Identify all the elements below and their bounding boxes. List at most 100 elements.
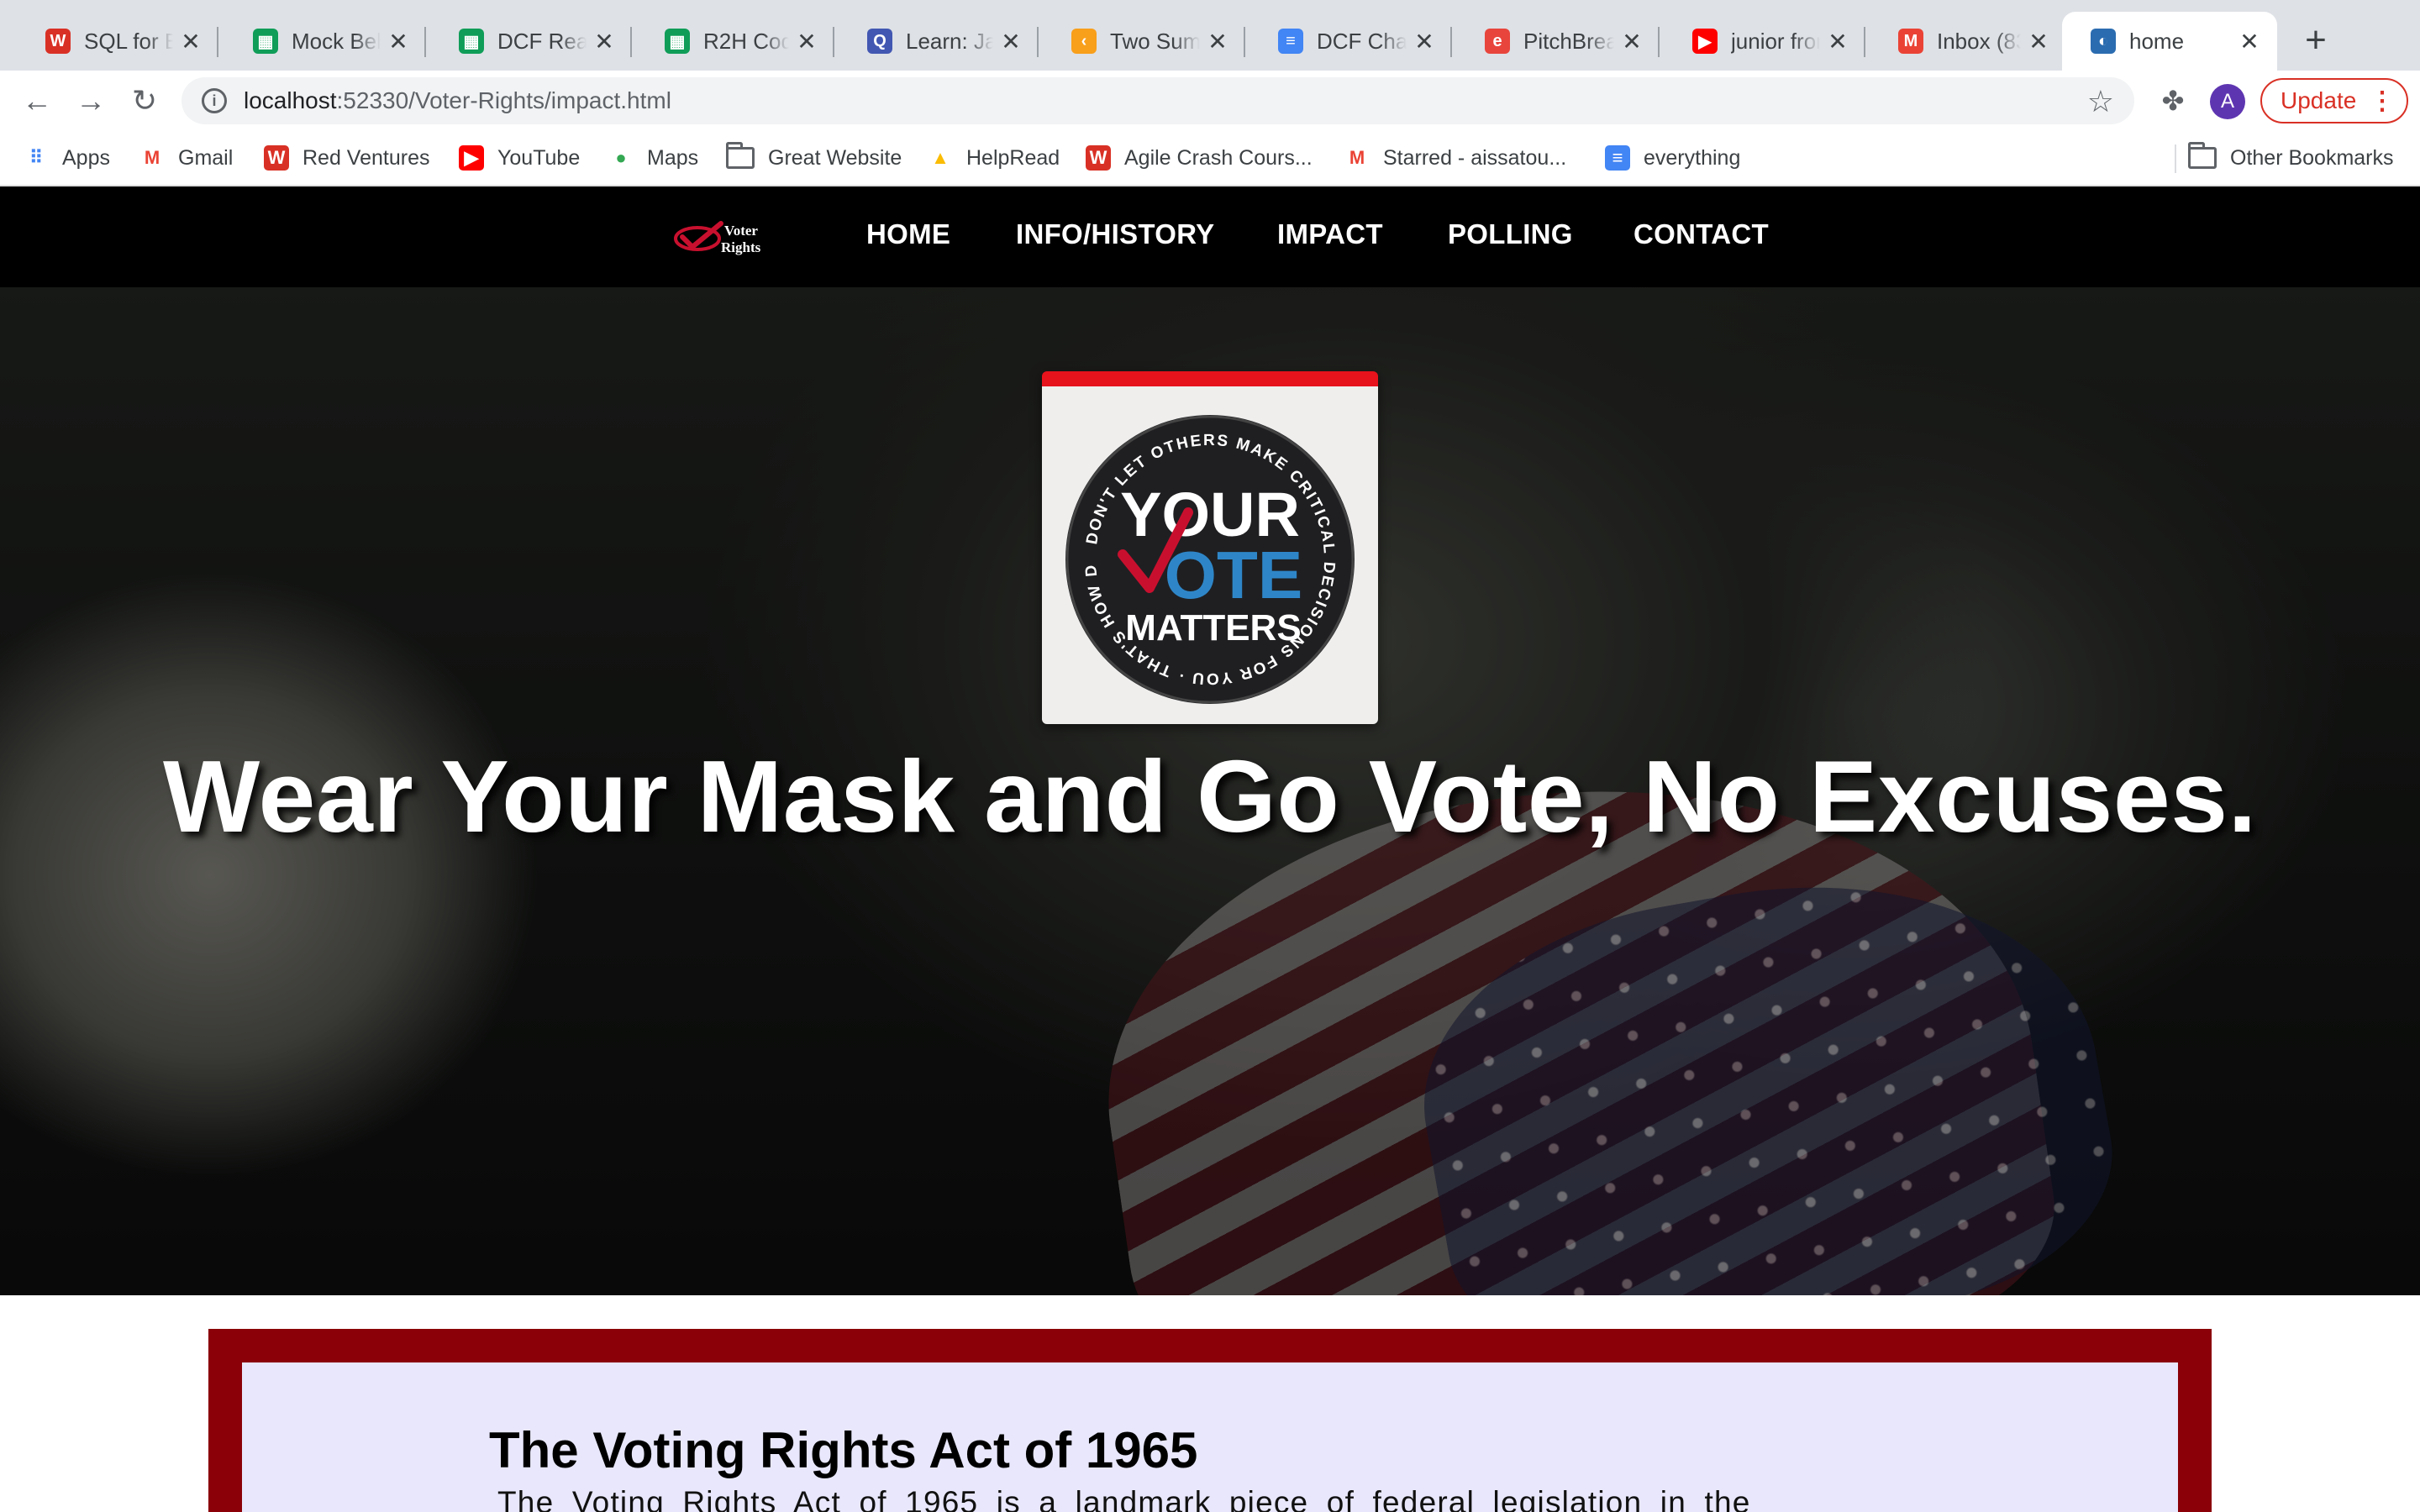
close-tab-icon[interactable]: ✕ [796, 29, 818, 55]
nav-info-history[interactable]: INFO/HISTORY [1016, 218, 1214, 250]
folder-icon [2188, 142, 2217, 169]
bookmark-label: Red Ventures [302, 145, 430, 170]
tab-separator [630, 27, 632, 57]
bookmark-item[interactable]: ≡ everything [1605, 141, 1740, 175]
quizlet-icon: Q [867, 29, 892, 54]
pitch-icon: e [1485, 29, 1510, 54]
extensions-puzzle-icon[interactable]: ✤ [2156, 84, 2190, 118]
close-tab-icon[interactable]: ✕ [1621, 29, 1643, 55]
close-tab-icon[interactable]: ✕ [2238, 29, 2260, 55]
docs-icon: ≡ [1278, 29, 1303, 54]
leetcode-icon: ‹ [1071, 29, 1097, 54]
tab-separator [1037, 27, 1039, 57]
browser-tab[interactable]: ▶ junior front ✕ [1664, 12, 1865, 71]
bookmark-item[interactable]: ⠿ Apps [24, 141, 110, 175]
nav-contact[interactable]: CONTACT [1634, 218, 1769, 250]
nav-polling[interactable]: POLLING [1448, 218, 1573, 250]
voter-rights-logo[interactable]: Voter Rights [669, 212, 788, 262]
bookmarks-divider [2175, 144, 2176, 173]
browser-tab[interactable]: ▦ R2H Coding ✕ [636, 12, 834, 71]
badge-matters: MATTERS [1125, 607, 1301, 648]
bookmark-item[interactable]: M Gmail [139, 141, 233, 175]
docs-icon: ≡ [1605, 145, 1630, 171]
browser-tab[interactable]: Q Learn: JavaScript ✕ [839, 12, 1039, 71]
browser-tab[interactable]: e PitchBreak ✕ [1456, 12, 1660, 71]
youtube-icon: ▶ [459, 145, 484, 171]
profile-avatar[interactable]: A [2210, 84, 2245, 119]
bookmark-label: everything [1644, 145, 1741, 170]
close-tab-icon[interactable]: ✕ [2028, 29, 2049, 55]
site-info-icon[interactable]: i [202, 88, 227, 113]
close-tab-icon[interactable]: ✕ [1000, 29, 1022, 55]
sheets-icon: ▦ [253, 29, 278, 54]
bookmark-star-icon[interactable]: ☆ [2087, 84, 2114, 119]
browser-tab[interactable]: ◐ home ✕ [2062, 12, 2277, 71]
bookmark-item[interactable]: M Starred - aissatou... [1344, 141, 1566, 175]
tab-title: DCF React [497, 28, 587, 54]
close-tab-icon[interactable]: ✕ [593, 29, 615, 55]
apps-grid-icon: ⠿ [29, 147, 44, 168]
url-text[interactable]: localhost:52330/Voter-Rights/impact.html [244, 87, 671, 114]
other-bookmarks[interactable]: Other Bookmarks [2188, 141, 2394, 175]
browser-tab[interactable]: W SQL for Beginners ✕ [17, 12, 218, 71]
bookmark-item[interactable]: W Agile Crash Cours... [1086, 141, 1313, 175]
update-button[interactable]: Update ⋮ [2260, 78, 2408, 123]
gmail-icon: M [144, 147, 160, 168]
kebab-menu-icon[interactable]: ⋮ [2370, 87, 2395, 116]
back-icon[interactable]: ← [18, 82, 55, 119]
browser-tab[interactable]: ‹ Two Sum - ✕ [1043, 12, 1245, 71]
reload-icon[interactable]: ↻ [126, 82, 163, 119]
tab-separator [1658, 27, 1660, 57]
close-tab-icon[interactable]: ✕ [1827, 29, 1849, 55]
maps-pin-icon: ● [615, 147, 627, 168]
nav-impact[interactable]: IMPACT [1277, 218, 1383, 250]
close-tab-icon[interactable]: ✕ [1207, 29, 1228, 55]
logo-line-2: Rights [721, 239, 761, 255]
bookmark-label: Starred - aissatou... [1383, 145, 1567, 170]
gmail-icon: M [1349, 147, 1365, 168]
section-title: The Voting Rights Act of 1965 [489, 1422, 1198, 1478]
hero-title: Wear Your Mask and Go Vote, No Excuses. [163, 739, 2257, 853]
bookmark-item[interactable]: W Red Ventures [264, 141, 430, 175]
tab-title: junior front [1731, 28, 1820, 54]
site-icon: ◐ [2091, 29, 2116, 54]
tab-title: DCF Challenge [1317, 28, 1407, 54]
wp-icon: W [45, 29, 71, 54]
folder-icon [726, 142, 755, 169]
bookmark-item[interactable]: ▲ HelpRead [928, 141, 1060, 175]
bookmark-label: Great Website [768, 145, 902, 170]
tab-separator [424, 27, 426, 57]
browser-tab[interactable]: ▦ Mock Behavioral✕ [224, 12, 426, 71]
close-tab-icon[interactable]: ✕ [180, 29, 202, 55]
section-text: The Voting Rights Act of 1965 is a landm… [497, 1485, 1751, 1512]
bookmark-item[interactable]: Great Website [726, 141, 902, 175]
tab-separator [833, 27, 834, 57]
bookmark-item[interactable]: ▶ YouTube [459, 141, 580, 175]
tab-title: home [2129, 28, 2185, 54]
wp-icon: W [1086, 145, 1111, 171]
browser-tab[interactable]: ▦ DCF React✕ [430, 12, 632, 71]
close-tab-icon[interactable]: ✕ [1413, 29, 1435, 55]
new-tab-button[interactable]: + [2297, 19, 2334, 60]
bookmark-item[interactable]: ● Maps [608, 141, 698, 175]
update-label: Update [2281, 87, 2357, 113]
tab-separator [1864, 27, 1865, 57]
wp-icon: W [264, 145, 289, 171]
site-navbar: Voter Rights HOME INFO/HISTORY IMPACT PO… [0, 186, 2420, 287]
address-bar[interactable]: i localhost:52330/Voter-Rights/impact.ht… [182, 77, 2134, 124]
nav-home[interactable]: HOME [866, 218, 950, 250]
tab-title: Inbox (830) [1937, 28, 2021, 54]
url-host: localhost [244, 87, 337, 113]
vote-badge-card: DON'T LET OTHERS MAKE CRITICAL DECISIONS… [1042, 371, 1378, 724]
tab-separator [1450, 27, 1452, 57]
bookmarks-bar: Other Bookmarks ⠿ Apps M Gmail W Red Ventures… [0, 131, 2420, 186]
sheets-icon: ▦ [665, 29, 690, 54]
youtube-icon: ▶ [1692, 29, 1718, 54]
sheets-icon: ▦ [459, 29, 484, 54]
close-tab-icon[interactable]: ✕ [387, 29, 409, 55]
browser-tab[interactable]: ≡ DCF Challenge✕ [1249, 12, 1452, 71]
browser-tab[interactable]: M Inbox (830) ✕ [1870, 12, 2066, 71]
forward-icon[interactable]: → [72, 82, 109, 119]
logo-line-1: Voter [724, 223, 758, 239]
tab-title: PitchBreak [1523, 28, 1614, 54]
